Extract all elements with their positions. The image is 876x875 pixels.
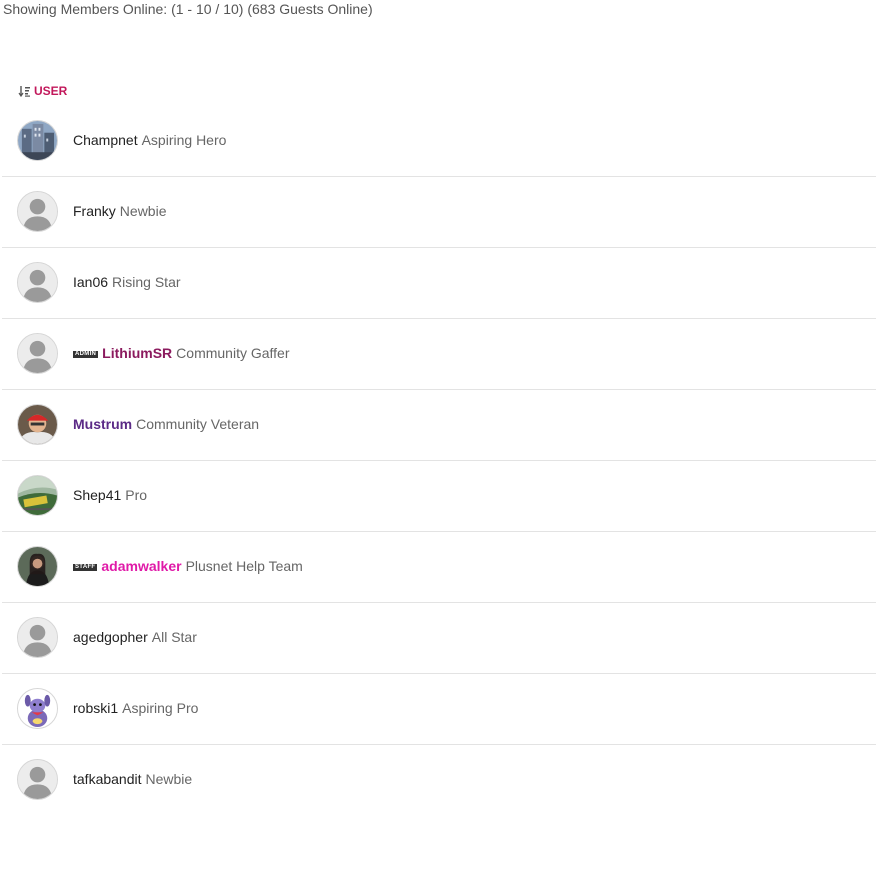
role-badge: STAFF	[73, 563, 98, 571]
avatar[interactable]	[17, 262, 58, 303]
member-row-3: ADMIN LithiumSR Community Gaffer	[2, 319, 876, 390]
user-column-label: USER	[34, 84, 68, 98]
username-link[interactable]: robski1	[73, 700, 118, 716]
members-online-summary: Showing Members Online: (1 - 10 / 10) (6…	[3, 1, 373, 17]
username-link[interactable]: Champnet	[73, 132, 138, 148]
member-row-0: Champnet Aspiring Hero	[2, 106, 876, 177]
member-row-8: robski1 Aspiring Pro	[2, 674, 876, 745]
user-rank: Newbie	[145, 771, 193, 787]
member-row-2: Ian06 Rising Star	[2, 248, 876, 319]
member-row-6: STAFF adamwalker Plusnet Help Team	[2, 532, 876, 603]
avatar[interactable]	[17, 404, 58, 445]
username-link[interactable]: Ian06	[73, 274, 108, 290]
user-rank: Aspiring Pro	[122, 700, 199, 716]
role-badge: ADMIN	[73, 350, 99, 358]
sort-descending-icon	[18, 85, 31, 97]
avatar[interactable]	[17, 688, 58, 729]
user-rank: Community Veteran	[136, 416, 260, 432]
avatar[interactable]	[17, 546, 58, 587]
member-row-4: Mustrum Community Veteran	[2, 390, 876, 461]
user-rank: Plusnet Help Team	[185, 558, 303, 574]
username-link[interactable]: agedgopher	[73, 629, 148, 645]
member-row-5: Shep41 Pro	[2, 461, 876, 532]
user-rank: Community Gaffer	[176, 345, 290, 361]
avatar[interactable]	[17, 120, 58, 161]
username-link[interactable]: Shep41	[73, 487, 121, 503]
user-rank: Rising Star	[112, 274, 181, 290]
user-rank: Newbie	[119, 203, 167, 219]
username-link[interactable]: Mustrum	[73, 416, 132, 432]
member-row-9: tafkabandit Newbie	[2, 745, 876, 815]
avatar[interactable]	[17, 475, 58, 516]
username-link[interactable]: Franky	[73, 203, 116, 219]
username-link[interactable]: LithiumSR	[102, 345, 172, 361]
avatar[interactable]	[17, 759, 58, 800]
user-rank: Aspiring Hero	[141, 132, 227, 148]
avatar[interactable]	[17, 191, 58, 232]
username-link[interactable]: tafkabandit	[73, 771, 142, 787]
avatar[interactable]	[17, 617, 58, 658]
username-link[interactable]: adamwalker	[101, 558, 181, 574]
user-rank: All Star	[151, 629, 197, 645]
members-list: Champnet Aspiring Hero Franky Newbie Ian…	[2, 106, 876, 815]
user-rank: Pro	[125, 487, 148, 503]
member-row-1: Franky Newbie	[2, 177, 876, 248]
avatar[interactable]	[17, 333, 58, 374]
user-column-header[interactable]: USER	[18, 84, 67, 98]
member-row-7: agedgopher All Star	[2, 603, 876, 674]
